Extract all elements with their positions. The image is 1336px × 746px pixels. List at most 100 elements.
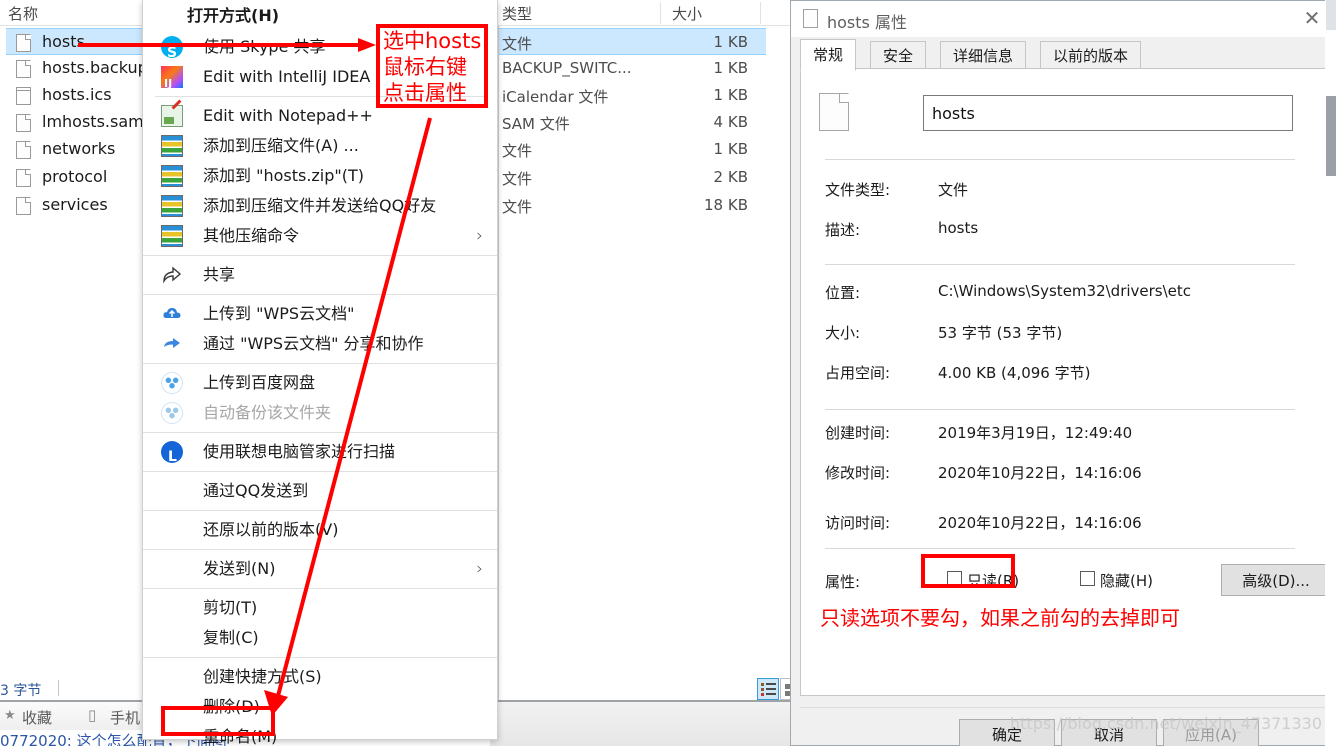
status-divider	[58, 680, 59, 696]
winrar-icon	[161, 165, 183, 187]
checkbox-box[interactable]	[1080, 571, 1095, 586]
property-value: 4.00 KB (4,096 字节)	[938, 364, 1091, 382]
property-value: 2020年10月22日，14:16:06	[938, 464, 1142, 482]
file-icon	[803, 9, 818, 28]
file-type: SAM 文件	[502, 115, 570, 133]
status-size-text: 3 字节	[0, 683, 42, 699]
menu-item-label: 上传到百度网盘	[203, 373, 316, 392]
file-name: hosts.ics	[42, 85, 112, 104]
menu-item-add-to-archive[interactable]: 添加到压缩文件(A) ...	[143, 131, 497, 161]
menu-item-label: 复制(C)	[203, 628, 259, 647]
property-label: 创建时间:	[825, 424, 891, 442]
file-size: 1 KB	[713, 59, 748, 77]
menu-item-upload-wps-cloud[interactable]: 上传到 "WPS云文档"	[143, 299, 497, 329]
divider	[825, 264, 1295, 265]
dialog-titlebar[interactable]: hosts 属性 ✕	[791, 1, 1335, 37]
column-header-name[interactable]: 名称	[8, 3, 38, 24]
menu-item-auto-backup-folder: 自动备份该文件夹	[143, 398, 497, 428]
property-row-accessed: 访问时间: 2020年10月22日，14:16:06	[825, 512, 1305, 536]
menu-item-label: 添加到 "hosts.zip"(T)	[203, 166, 365, 185]
column-divider[interactable]	[760, 2, 761, 24]
menu-item-other-archive-commands[interactable]: 其他压缩命令 ›	[143, 221, 497, 251]
menu-item-restore-previous-versions[interactable]: 还原以前的版本(V)	[143, 515, 497, 545]
menu-item-create-shortcut[interactable]: 创建快捷方式(S)	[143, 662, 497, 692]
file-type: 文件	[502, 198, 533, 216]
tab-general[interactable]: 常规	[800, 39, 857, 71]
menu-item-label: 创建快捷方式(S)	[203, 667, 322, 686]
bookmark-favorites[interactable]: 收藏	[22, 707, 52, 728]
menu-item-send-via-qq[interactable]: 通过QQ发送到	[143, 476, 497, 506]
menu-item-send-to[interactable]: 发送到(N) ›	[143, 554, 497, 584]
advanced-button[interactable]: 高级(D)...	[1221, 564, 1331, 596]
cloud-upload-icon	[161, 303, 183, 325]
file-type: 文件	[502, 142, 533, 160]
divider	[825, 409, 1295, 410]
baidu-netdisk-icon	[161, 402, 183, 424]
divider	[825, 548, 1295, 549]
property-row-description: 描述: hosts	[825, 219, 1305, 243]
column-header-type[interactable]: 类型	[502, 3, 532, 24]
file-type-icon	[819, 93, 849, 131]
property-value: 文件	[938, 181, 969, 199]
wps-share-icon	[161, 333, 183, 355]
menu-item-cut[interactable]: 剪切(T)	[143, 593, 497, 623]
column-header-size[interactable]: 大小	[672, 3, 702, 24]
property-value: 53 字节 (53 字节)	[938, 324, 1063, 342]
tab-previous-versions[interactable]: 以前的版本	[1040, 41, 1142, 69]
file-icon	[16, 114, 31, 132]
property-label: 占用空间:	[825, 364, 891, 382]
menu-item-lenovo-scan[interactable]: 使用联想电脑管家进行扫描	[143, 437, 497, 472]
intellij-icon	[161, 66, 183, 99]
file-type-cell: BACKUP_SWITC... 1 KB	[496, 55, 766, 82]
property-label: 访问时间:	[825, 514, 891, 532]
chevron-right-icon: ›	[476, 559, 483, 579]
file-type: 文件	[502, 35, 533, 53]
menu-item-copy[interactable]: 复制(C)	[143, 623, 497, 653]
menu-item-archive-and-send-qq[interactable]: 添加到压缩文件并发送给QQ好友	[143, 191, 497, 221]
menu-item-label: 共享	[203, 265, 236, 284]
property-value: 2020年10月22日，14:16:06	[938, 514, 1142, 532]
baidu-netdisk-icon	[161, 372, 183, 394]
file-type-cell: 文件 2 KB	[496, 164, 766, 191]
menu-item-label: 其他压缩命令	[203, 226, 300, 245]
watermark: https://blog.csdn.net/weixin_47371330	[1010, 714, 1323, 733]
menu-item-label: 通过QQ发送到	[203, 481, 309, 500]
menu-item-label: 发送到(N)	[203, 559, 276, 578]
menu-separator	[143, 471, 497, 472]
mobile-icon: ▯	[88, 706, 97, 724]
details-view-button[interactable]	[757, 678, 779, 700]
divider	[825, 159, 1295, 160]
share-icon	[161, 264, 183, 286]
wps-share-icon-svg	[164, 338, 180, 348]
property-label: 大小:	[825, 324, 861, 342]
file-type-cell: 文件 18 KB	[496, 192, 766, 219]
menu-item-label: 通过 "WPS云文档" 分享和协作	[203, 334, 424, 353]
details-view-icon	[761, 682, 776, 697]
dialog-tabstrip: 常规 安全 详细信息 以前的版本	[791, 37, 1335, 71]
annotation-line-3: 点击属性	[383, 81, 467, 105]
menu-item-upload-baidu-netdisk[interactable]: 上传到百度网盘	[143, 368, 497, 398]
baidu-netdisk-icon-svg	[165, 407, 179, 419]
tab-details[interactable]: 详细信息	[940, 41, 1027, 69]
menu-separator	[143, 363, 497, 364]
menu-item-add-to-hosts-zip[interactable]: 添加到 "hosts.zip"(T)	[143, 161, 497, 191]
property-row-location: 位置: C:\Windows\System32\drivers\etc	[825, 282, 1305, 306]
menu-item-share-wps-cloud[interactable]: 通过 "WPS云文档" 分享和协作	[143, 329, 497, 359]
menu-item-label: 上传到 "WPS云文档"	[203, 304, 355, 323]
file-type-cell: iCalendar 文件 1 KB	[496, 82, 766, 109]
tab-security[interactable]: 安全	[870, 41, 927, 69]
file-type-cell: SAM 文件 4 KB	[496, 109, 766, 136]
share-icon-svg	[163, 266, 182, 284]
column-divider[interactable]	[660, 2, 661, 24]
filename-input[interactable]	[923, 95, 1293, 131]
file-type-cell: 文件 1 KB	[496, 28, 766, 55]
file-type-cell: 文件 1 KB	[496, 136, 766, 163]
file-name: services	[42, 195, 108, 214]
attributes-label: 属性:	[825, 573, 861, 591]
file-size: 2 KB	[713, 168, 748, 186]
menu-item-label: 打开方式(H)	[187, 6, 280, 25]
menu-item-share[interactable]: 共享	[143, 260, 497, 290]
property-value: hosts	[938, 219, 979, 237]
bookmark-mobile[interactable]: 手机	[110, 707, 140, 728]
menu-item-label: 自动备份该文件夹	[203, 403, 332, 422]
